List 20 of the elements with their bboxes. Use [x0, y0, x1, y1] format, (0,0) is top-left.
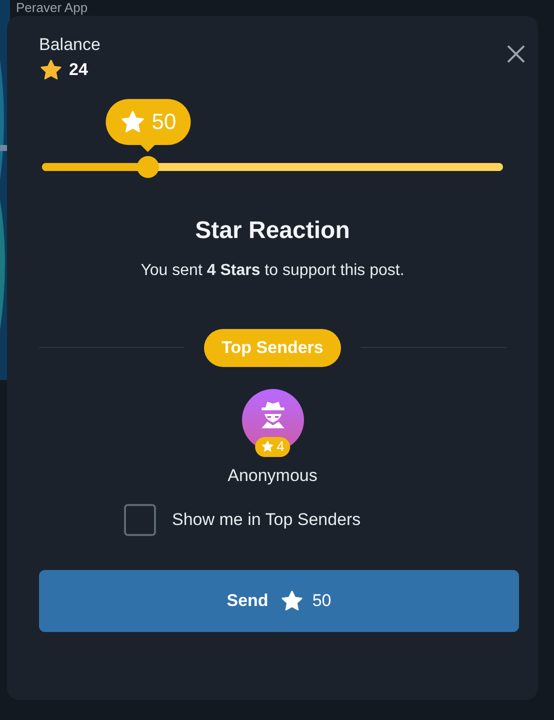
- app-title: Peraver App: [16, 0, 88, 15]
- description: You sent 4 Stars to support this post.: [140, 260, 406, 280]
- balance-label: Balance: [39, 34, 100, 56]
- slider-track[interactable]: [42, 162, 503, 170]
- checkbox[interactable]: [124, 504, 156, 536]
- balance-value: 24: [69, 59, 88, 81]
- close-icon: [506, 44, 526, 64]
- top-senders-badge: Top Senders: [204, 328, 342, 366]
- star-icon: [39, 58, 63, 82]
- slider-tooltip: 50: [106, 98, 190, 144]
- tooltip-pointer: [140, 144, 156, 152]
- checkbox-label: Show me in Top Senders: [172, 509, 361, 532]
- star-count-badge: 4: [254, 436, 290, 456]
- star-icon: [280, 589, 304, 613]
- slider-thumb[interactable]: [137, 156, 160, 178]
- sender-name: Anonymous: [228, 464, 318, 486]
- star-icon: [260, 440, 274, 453]
- dialog-title: Star Reaction: [194, 216, 351, 246]
- send-button[interactable]: Send 50: [39, 570, 519, 632]
- star-icon: [120, 108, 146, 134]
